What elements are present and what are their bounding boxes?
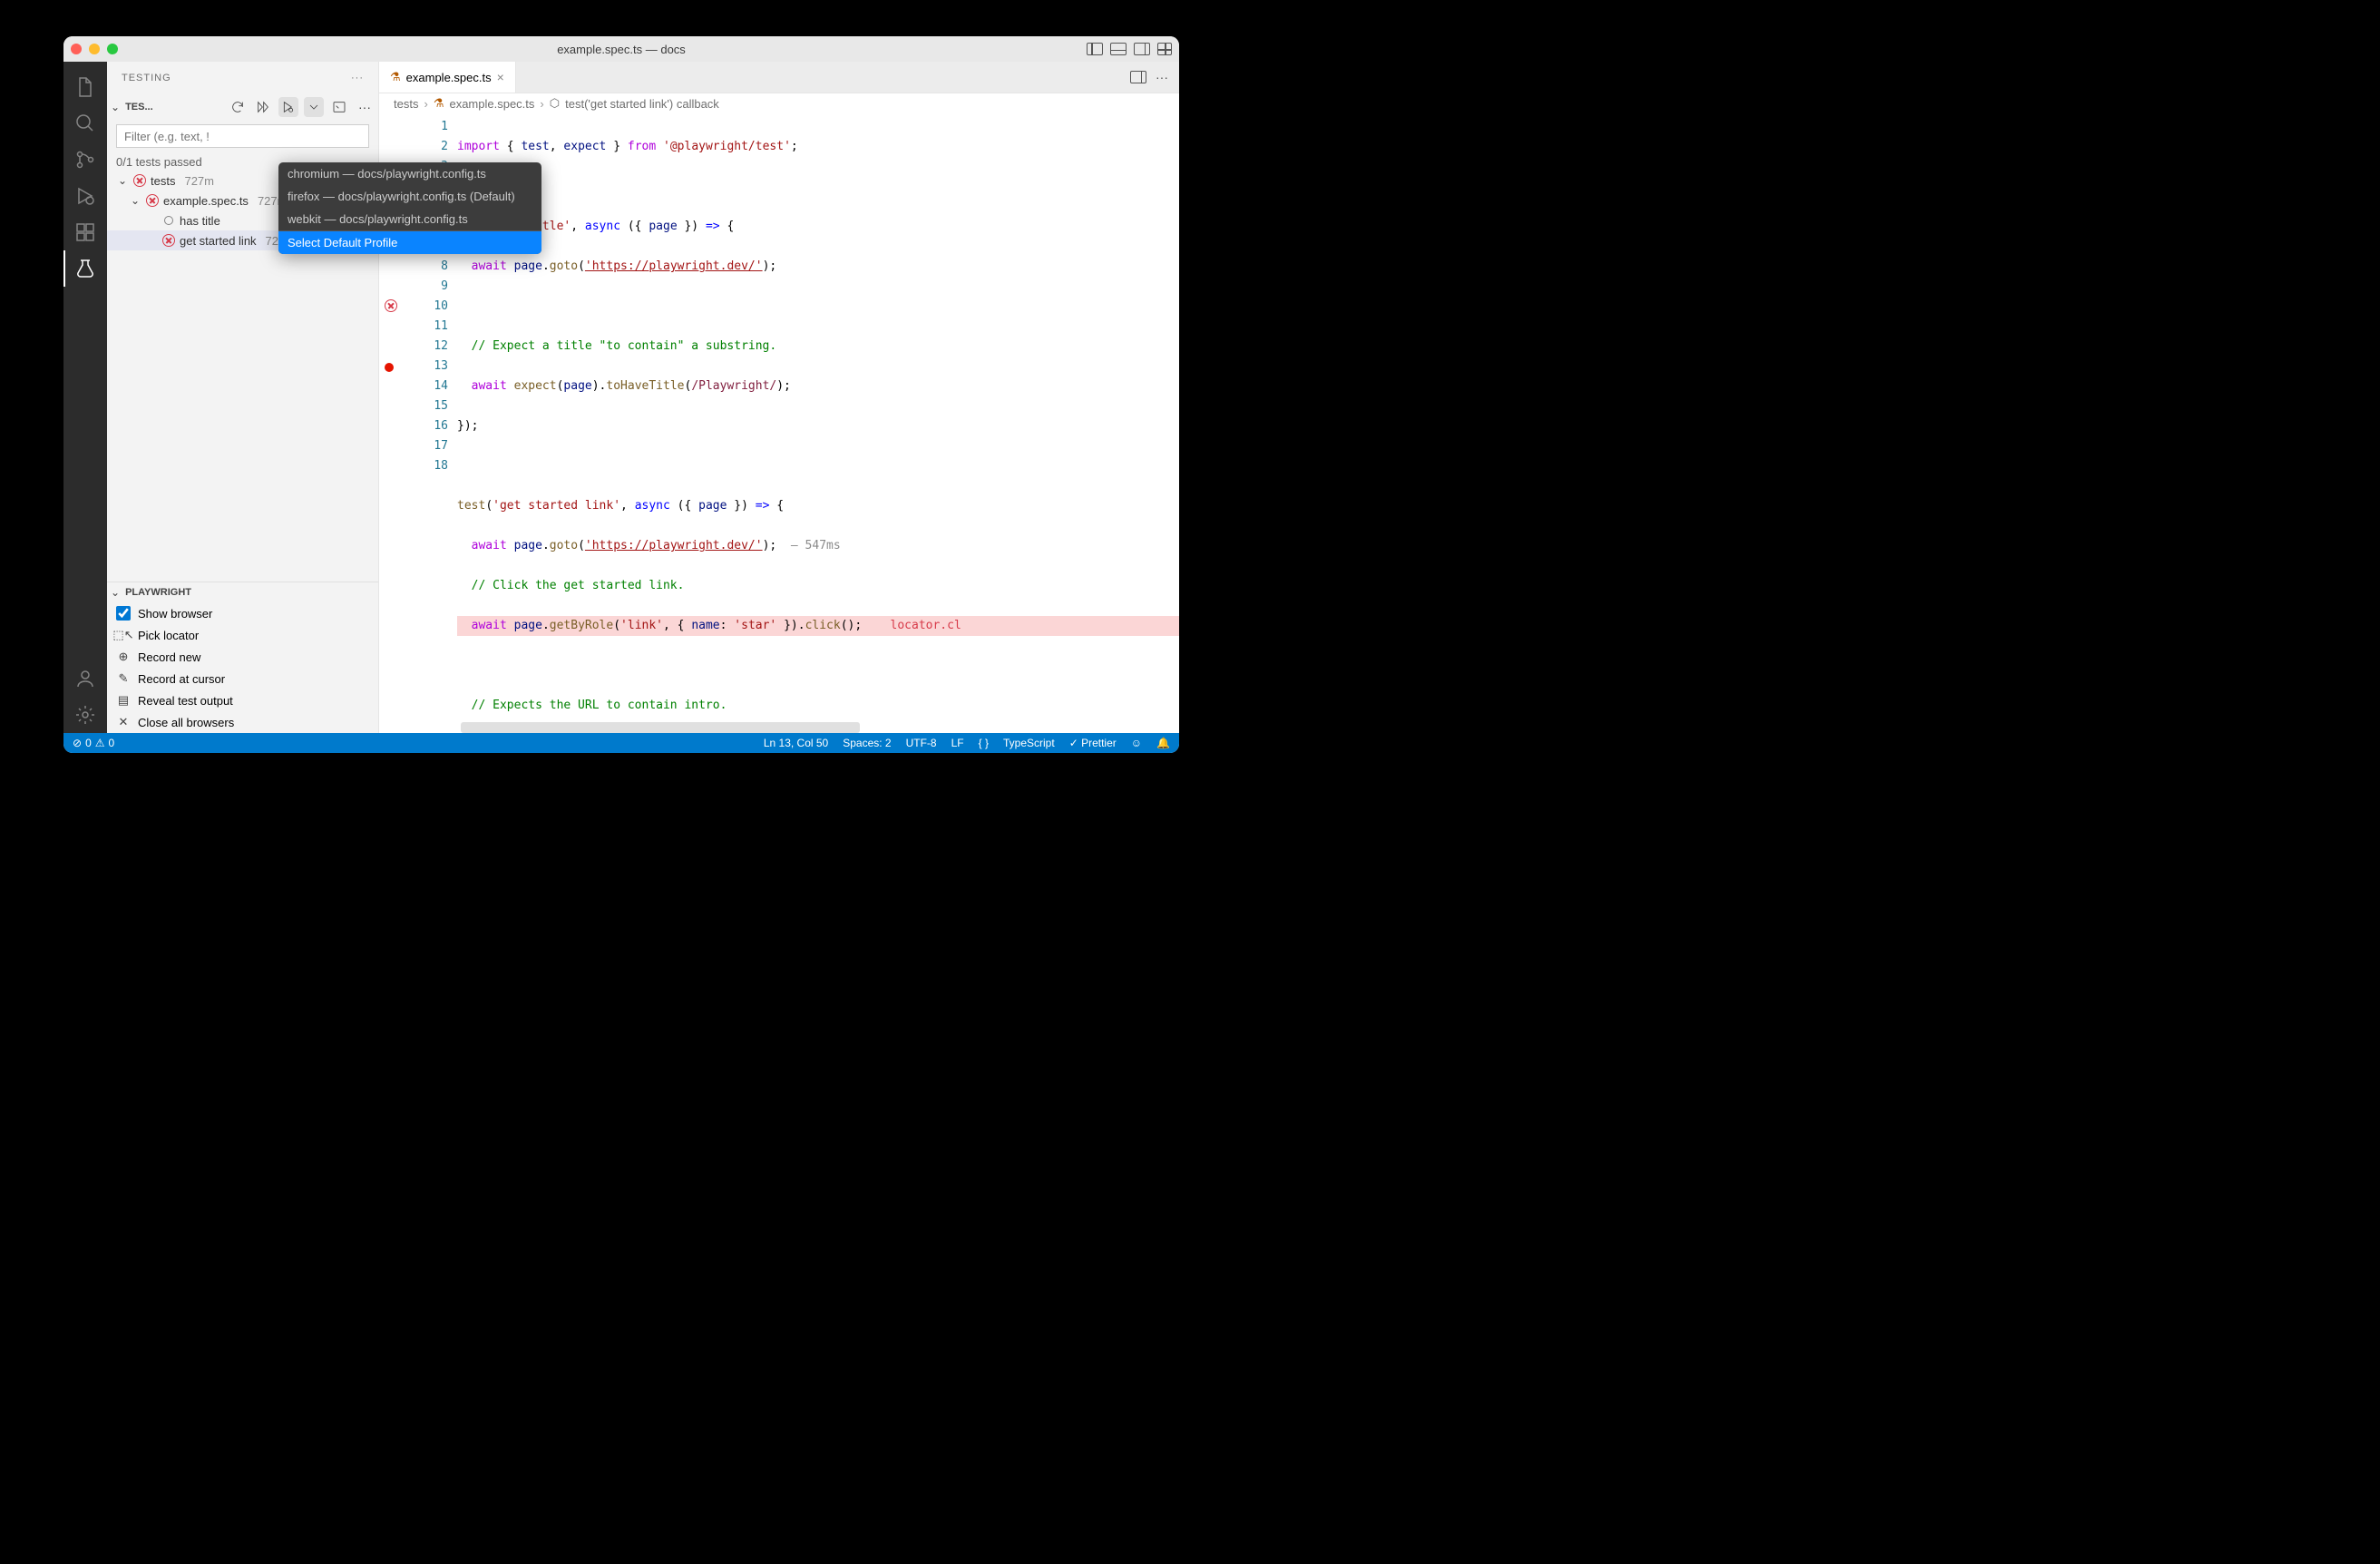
inline-error-hint: locator.cl bbox=[891, 619, 961, 632]
plus-circle-icon: ⊕ bbox=[116, 650, 131, 664]
sidebar-more-icon[interactable]: ··· bbox=[351, 73, 364, 83]
feedback-icon[interactable]: ☺ bbox=[1131, 737, 1142, 749]
extensions-icon[interactable] bbox=[63, 214, 107, 250]
editor-tabs: ⚗ example.spec.ts × ··· bbox=[379, 62, 1179, 93]
code-content[interactable]: import { test, expect } from '@playwrigh… bbox=[457, 113, 1179, 733]
record-new[interactable]: ⊕Record new bbox=[107, 646, 378, 668]
activity-bar bbox=[63, 62, 107, 733]
formatter[interactable]: ✓ Prettier bbox=[1069, 737, 1117, 749]
tab-example-spec[interactable]: ⚗ example.spec.ts × bbox=[379, 62, 516, 93]
eol[interactable]: LF bbox=[951, 737, 964, 749]
cursor-position[interactable]: Ln 13, Col 50 bbox=[764, 737, 828, 749]
explorer-icon[interactable] bbox=[63, 69, 107, 105]
inline-timing-hint: — 547ms bbox=[791, 539, 841, 552]
bell-icon[interactable]: 🔔 bbox=[1156, 737, 1170, 749]
test-more-icon[interactable]: ··· bbox=[355, 97, 375, 117]
breadcrumb[interactable]: tests› ⚗example.spec.ts› ⬡test('get star… bbox=[379, 93, 1179, 113]
refresh-tests-icon[interactable] bbox=[228, 97, 248, 117]
playwright-section: ⌄PLAYWRIGHT Show browser ⬚↖Pick locator … bbox=[107, 582, 378, 733]
chevron-down-icon[interactable]: ⌄ bbox=[129, 194, 141, 207]
chevron-down-icon[interactable]: ⌄ bbox=[111, 101, 120, 113]
status-bar: ⊘0 ⚠0 Ln 13, Col 50 Spaces: 2 UTF-8 LF {… bbox=[63, 733, 1179, 753]
chevron-down-icon[interactable]: ⌄ bbox=[111, 586, 120, 599]
test-filter bbox=[116, 124, 369, 148]
encoding[interactable]: UTF-8 bbox=[906, 737, 937, 749]
run-debug-icon[interactable] bbox=[63, 178, 107, 214]
record-at-cursor[interactable]: ✎Record at cursor bbox=[107, 668, 378, 689]
debug-dropdown-icon[interactable] bbox=[304, 97, 324, 117]
indentation[interactable]: Spaces: 2 bbox=[843, 737, 891, 749]
breakpoint-icon[interactable] bbox=[385, 363, 394, 372]
tab-more-icon[interactable]: ··· bbox=[1156, 70, 1168, 84]
select-default-profile[interactable]: Select Default Profile bbox=[278, 230, 541, 254]
dropdown-item[interactable]: webkit — docs/playwright.config.ts bbox=[278, 208, 541, 230]
accounts-icon[interactable] bbox=[63, 660, 107, 697]
toggle-secondary-sidebar-icon[interactable] bbox=[1134, 43, 1150, 55]
show-output-icon[interactable] bbox=[329, 97, 349, 117]
window-title: example.spec.ts — docs bbox=[63, 43, 1179, 56]
close-icon: ✕ bbox=[116, 715, 131, 729]
language-mode[interactable]: TypeScript bbox=[1003, 737, 1055, 749]
app-window: example.spec.ts — docs TESTING ··· ⌄ TES… bbox=[63, 36, 1179, 753]
locator-icon: ⬚↖ bbox=[116, 628, 131, 642]
titlebar: example.spec.ts — docs bbox=[63, 36, 1179, 62]
search-icon[interactable] bbox=[63, 105, 107, 142]
symbol-icon: ⬡ bbox=[550, 96, 560, 111]
pick-locator[interactable]: ⬚↖Pick locator bbox=[107, 624, 378, 646]
status-problems[interactable]: ⊘0 ⚠0 bbox=[73, 737, 114, 749]
show-browser-toggle[interactable]: Show browser bbox=[107, 602, 378, 624]
split-editor-icon[interactable] bbox=[1130, 71, 1146, 83]
beaker-icon: ⚗ bbox=[434, 96, 444, 111]
close-all-browsers[interactable]: ✕Close all browsers bbox=[107, 711, 378, 733]
check-icon: ✓ bbox=[1069, 737, 1078, 749]
toggle-panel-icon[interactable] bbox=[1110, 43, 1127, 55]
error-icon bbox=[161, 233, 176, 248]
test-explorer-section: ⌄ TES... ··· bbox=[107, 93, 378, 121]
warning-count-icon: ⚠ bbox=[95, 737, 105, 749]
debug-tests-icon[interactable] bbox=[278, 97, 298, 117]
testing-icon[interactable] bbox=[63, 250, 107, 287]
error-glyph-icon[interactable] bbox=[385, 299, 397, 312]
error-count-icon: ⊘ bbox=[73, 737, 82, 749]
close-tab-icon[interactable]: × bbox=[497, 70, 504, 84]
source-control-icon[interactable] bbox=[63, 142, 107, 178]
test-filter-input[interactable] bbox=[116, 124, 369, 148]
profile-dropdown: chromium — docs/playwright.config.ts fir… bbox=[278, 162, 541, 254]
dropdown-item[interactable]: firefox — docs/playwright.config.ts (Def… bbox=[278, 185, 541, 208]
sidebar-title: TESTING ··· bbox=[107, 62, 378, 93]
reveal-test-output[interactable]: ▤Reveal test output bbox=[107, 689, 378, 711]
error-icon bbox=[132, 173, 147, 188]
settings-gear-icon[interactable] bbox=[63, 697, 107, 733]
toggle-primary-sidebar-icon[interactable] bbox=[1087, 43, 1103, 55]
chevron-down-icon[interactable]: ⌄ bbox=[116, 174, 129, 187]
circle-icon bbox=[161, 213, 176, 228]
pencil-icon: ✎ bbox=[116, 671, 131, 686]
run-all-icon[interactable] bbox=[253, 97, 273, 117]
customize-layout-icon[interactable] bbox=[1157, 43, 1172, 55]
beaker-icon: ⚗ bbox=[390, 70, 401, 84]
error-icon bbox=[145, 193, 160, 208]
terminal-icon: ▤ bbox=[116, 693, 131, 708]
horizontal-scrollbar[interactable] bbox=[461, 722, 860, 733]
dropdown-item[interactable]: chromium — docs/playwright.config.ts bbox=[278, 162, 541, 185]
braces-icon: { } bbox=[979, 737, 989, 749]
